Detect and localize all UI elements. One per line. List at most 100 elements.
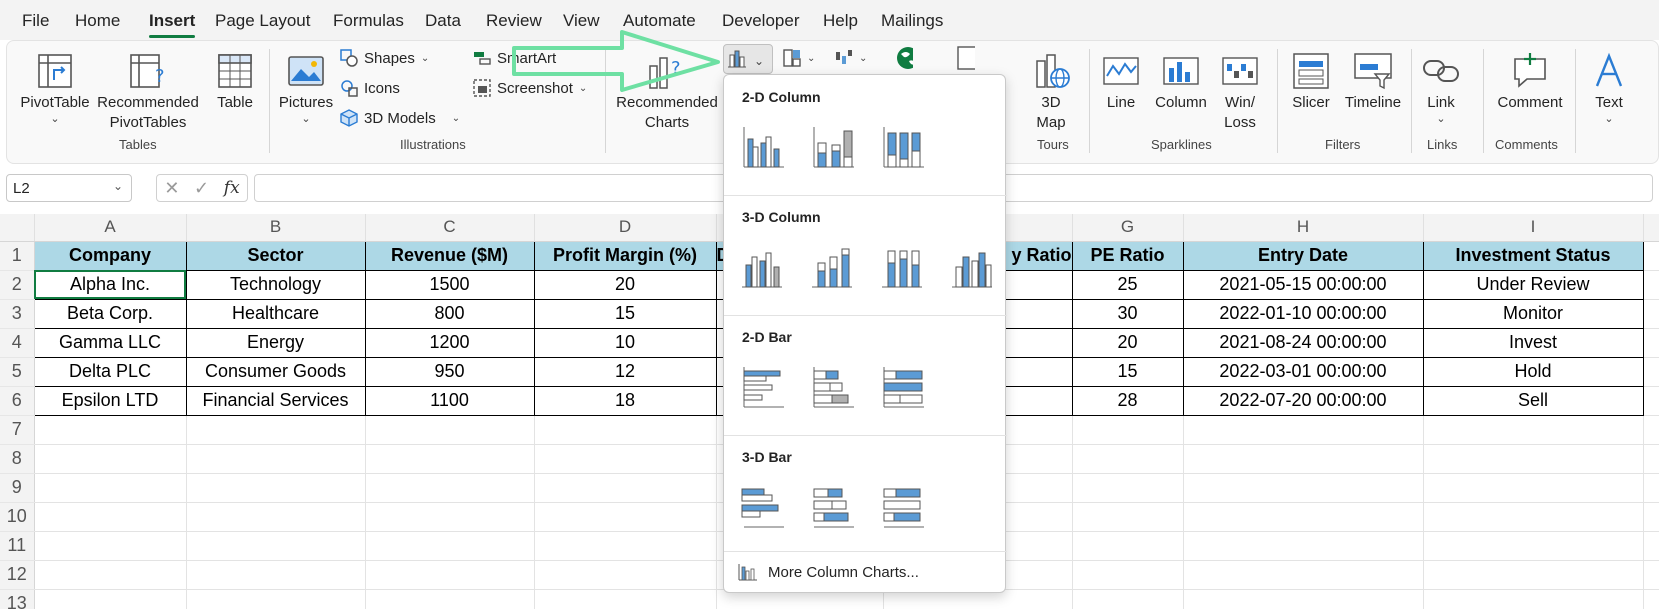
grid-cell[interactable] [1183,415,1424,445]
name-box[interactable]: L2 ⌄ [6,174,132,202]
grid-cell[interactable] [1643,415,1659,445]
grid-cell[interactable] [1643,357,1659,387]
tab-data[interactable]: Data [425,11,461,31]
grid-cell[interactable] [1183,589,1424,609]
grid-cell[interactable] [1183,444,1424,474]
tab-formulas[interactable]: Formulas [333,11,404,31]
table-cell[interactable]: Beta Corp. [33,298,187,329]
column-header[interactable] [1643,214,1659,242]
grid-cell[interactable] [1643,531,1659,561]
tab-mailings[interactable]: Mailings [881,11,943,31]
shapes-button[interactable]: Shapes ⌄ [340,49,429,67]
grid-cell[interactable] [34,502,187,532]
clustered-column-icon[interactable] [738,123,786,171]
tab-file[interactable]: File [22,11,49,31]
table-header-cell[interactable]: Investment Status [1422,240,1644,271]
table-cell[interactable]: Hold [1422,356,1644,387]
grid-cell[interactable] [1423,415,1644,445]
insert-column-chart-button[interactable]: ⌄ [723,44,773,74]
table-cell[interactable]: 2021-05-15 00:00:00 [1182,269,1424,300]
table-cell[interactable]: 2022-01-10 00:00:00 [1182,298,1424,329]
grid-cell[interactable] [1183,502,1424,532]
tab-help[interactable]: Help [823,11,858,31]
grid-cell[interactable] [186,531,366,561]
grid-cell[interactable] [534,531,717,561]
tab-page-layout[interactable]: Page Layout [215,11,310,31]
row-header[interactable]: 7 [0,415,35,445]
tab-home[interactable]: Home [75,11,120,31]
grid-cell[interactable] [186,589,366,609]
column-header[interactable]: A [34,214,187,242]
row-header[interactable]: 10 [0,502,35,532]
table-cell[interactable]: 2022-07-20 00:00:00 [1182,385,1424,416]
pivotchart-button[interactable] [957,46,975,70]
link-button[interactable]: Link ⌄ [1419,45,1463,125]
grid-cell[interactable] [1643,241,1659,271]
grid-cell[interactable] [34,444,187,474]
3d-100-stacked-column-icon[interactable] [878,243,926,291]
row-header[interactable]: 8 [0,444,35,474]
comment-button[interactable]: Comment [1491,45,1569,113]
row-header[interactable]: 4 [0,328,35,358]
table-cell[interactable]: Delta PLC [33,356,187,387]
table-cell[interactable]: 2022-03-01 00:00:00 [1182,356,1424,387]
grid-cell[interactable] [534,444,717,474]
grid-cell[interactable] [534,415,717,445]
sparkline-winloss-button[interactable]: Win/ Loss [1217,45,1263,133]
pivottable-button[interactable]: PivotTable ⌄ [20,45,90,125]
table-cell[interactable]: 950 [364,356,535,387]
row-header[interactable]: 1 [0,241,35,271]
table-header-cell[interactable]: Entry Date [1182,240,1424,271]
hierarchy-chart-button[interactable]: ⌄ [783,49,815,67]
3d-map-button[interactable]: 3D Map [1027,45,1075,133]
grid-cell[interactable] [365,560,535,590]
grid-cell[interactable] [1072,531,1184,561]
grid-cell[interactable] [365,444,535,474]
table-cell[interactable]: Financial Services [185,385,366,416]
table-cell[interactable]: 20 [1071,327,1184,358]
3d-clustered-column-icon[interactable] [738,243,786,291]
table-cell[interactable]: Gamma LLC [33,327,187,358]
100-stacked-column-icon[interactable] [878,123,926,171]
table-cell[interactable]: 2021-08-24 00:00:00 [1182,327,1424,358]
table-header-cell[interactable]: Sector [185,240,366,271]
column-header[interactable]: I [1423,214,1644,242]
table-cell[interactable]: 12 [533,356,717,387]
3d-100-stacked-bar-icon[interactable] [878,483,926,531]
table-cell[interactable]: Invest [1422,327,1644,358]
column-header[interactable]: C [365,214,535,242]
column-header[interactable]: B [186,214,366,242]
icons-button[interactable]: Icons [340,79,400,97]
stacked-bar-icon[interactable] [808,363,856,411]
grid-cell[interactable] [1072,415,1184,445]
tab-developer[interactable]: Developer [722,11,800,31]
pictures-button[interactable]: Pictures ⌄ [275,45,337,125]
slicer-button[interactable]: Slicer [1287,45,1335,113]
grid-cell[interactable] [1643,386,1659,416]
grid-cell[interactable] [534,473,717,503]
table-cell[interactable]: Healthcare [185,298,366,329]
table-cell[interactable]: Technology [185,269,366,300]
3d-stacked-bar-icon[interactable] [808,483,856,531]
tab-insert[interactable]: Insert [149,11,196,38]
table-cell[interactable]: Alpha Inc. [33,269,187,300]
row-header[interactable]: 13 [0,589,35,609]
grid-cell[interactable] [186,560,366,590]
check-icon[interactable]: ✓ [194,178,209,199]
insert-function-button[interactable]: fx [224,178,240,198]
row-header[interactable]: 2 [0,270,35,300]
table-cell[interactable]: 1200 [364,327,535,358]
column-header[interactable]: G [1072,214,1184,242]
table-cell[interactable]: Epsilon LTD [33,385,187,416]
grid-cell[interactable] [1643,270,1659,300]
table-cell[interactable]: 20 [533,269,717,300]
grid-cell[interactable] [365,589,535,609]
row-header[interactable]: 6 [0,386,35,416]
grid-cell[interactable] [1423,589,1644,609]
recommended-pivottables-button[interactable]: ? Recommended PivotTables [95,45,201,133]
grid-cell[interactable] [1072,589,1184,609]
grid-cell[interactable] [365,473,535,503]
grid-cell[interactable] [34,560,187,590]
grid-cell[interactable] [365,531,535,561]
table-cell[interactable]: 25 [1071,269,1184,300]
